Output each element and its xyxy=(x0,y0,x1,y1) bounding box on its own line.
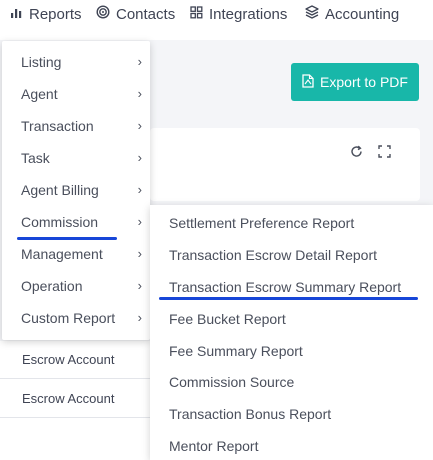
nav-accounting[interactable]: Accounting xyxy=(305,5,399,23)
expand-icon[interactable] xyxy=(378,145,391,161)
export-pdf-button[interactable]: Export to PDF xyxy=(291,63,419,101)
nav-reports-label: Reports xyxy=(29,5,82,23)
chevron-right-icon: › xyxy=(137,118,142,133)
nav-contacts[interactable]: Contacts xyxy=(96,5,175,23)
submenu-item-fee-summary-report[interactable]: Fee Summary Report xyxy=(150,335,433,367)
menu-item-transaction[interactable]: Transaction › xyxy=(2,110,150,142)
menu-item-agent-billing[interactable]: Agent Billing › xyxy=(2,174,150,206)
submenu-item-transaction-escrow-detail-report[interactable]: Transaction Escrow Detail Report xyxy=(150,239,433,271)
nav-accounting-label: Accounting xyxy=(325,5,400,23)
menu-item-label: Management xyxy=(21,246,103,262)
layers-icon xyxy=(305,5,319,23)
menu-item-label: Transaction xyxy=(21,118,94,134)
menu-item-operation[interactable]: Operation › xyxy=(2,270,150,302)
menu-item-commission[interactable]: Commission › xyxy=(2,206,150,238)
list-item[interactable]: Escrow Account xyxy=(0,341,150,379)
nav-integrations[interactable]: Integrations xyxy=(190,5,287,23)
nav-integrations-label: Integrations xyxy=(209,5,288,23)
menu-item-label: Agent xyxy=(21,86,58,102)
commission-highlight-underline xyxy=(17,237,117,240)
chevron-right-icon: › xyxy=(137,182,142,197)
target-icon xyxy=(96,5,110,23)
chevron-right-icon: › xyxy=(137,150,142,165)
chevron-right-icon: › xyxy=(137,278,142,293)
commission-submenu: Settlement Preference Report Transaction… xyxy=(150,205,433,460)
nav-contacts-label: Contacts xyxy=(116,5,176,23)
chevron-right-icon: › xyxy=(137,86,142,101)
refresh-icon[interactable] xyxy=(350,145,363,161)
submenu-item-transaction-bonus-report[interactable]: Transaction Bonus Report xyxy=(150,398,433,430)
menu-item-listing[interactable]: Listing › xyxy=(2,46,150,78)
menu-item-management[interactable]: Management › xyxy=(2,238,150,270)
submenu-item-fee-bucket-report[interactable]: Fee Bucket Report xyxy=(150,303,433,335)
menu-item-agent[interactable]: Agent › xyxy=(2,78,150,110)
submenu-item-commission-source[interactable]: Commission Source xyxy=(150,366,433,398)
nav-reports[interactable]: Reports xyxy=(10,5,82,23)
menu-item-label: Task xyxy=(21,150,50,166)
menu-item-label: Commission xyxy=(21,214,99,230)
chevron-right-icon: › xyxy=(137,246,142,261)
grid-icon xyxy=(190,5,203,23)
top-nav: Reports Contacts Integrations Accounting xyxy=(0,0,433,40)
chevron-right-icon: › xyxy=(137,54,142,69)
menu-item-label: Operation xyxy=(21,278,83,294)
menu-item-label: Custom Report xyxy=(21,310,116,326)
bar-chart-icon xyxy=(10,6,23,23)
submenu-item-settlement-preference-report[interactable]: Settlement Preference Report xyxy=(150,207,433,239)
reports-dropdown-menu: Listing › Agent › Transaction › Task › A… xyxy=(2,41,150,340)
escrow-summary-highlight-underline xyxy=(159,297,418,300)
menu-item-label: Agent Billing xyxy=(21,182,99,198)
chevron-right-icon: › xyxy=(137,310,142,325)
list-blank-area xyxy=(0,418,150,460)
submenu-item-mentor-report[interactable]: Mentor Report xyxy=(150,430,433,460)
chevron-right-icon: › xyxy=(137,214,142,229)
pdf-file-icon xyxy=(302,73,314,91)
menu-item-label: Listing xyxy=(21,54,62,70)
menu-item-task[interactable]: Task › xyxy=(2,142,150,174)
export-pdf-label: Export to PDF xyxy=(320,74,408,90)
list-item[interactable]: Escrow Account xyxy=(0,379,150,418)
menu-item-custom-report[interactable]: Custom Report › xyxy=(2,302,150,334)
report-panel xyxy=(150,128,420,201)
